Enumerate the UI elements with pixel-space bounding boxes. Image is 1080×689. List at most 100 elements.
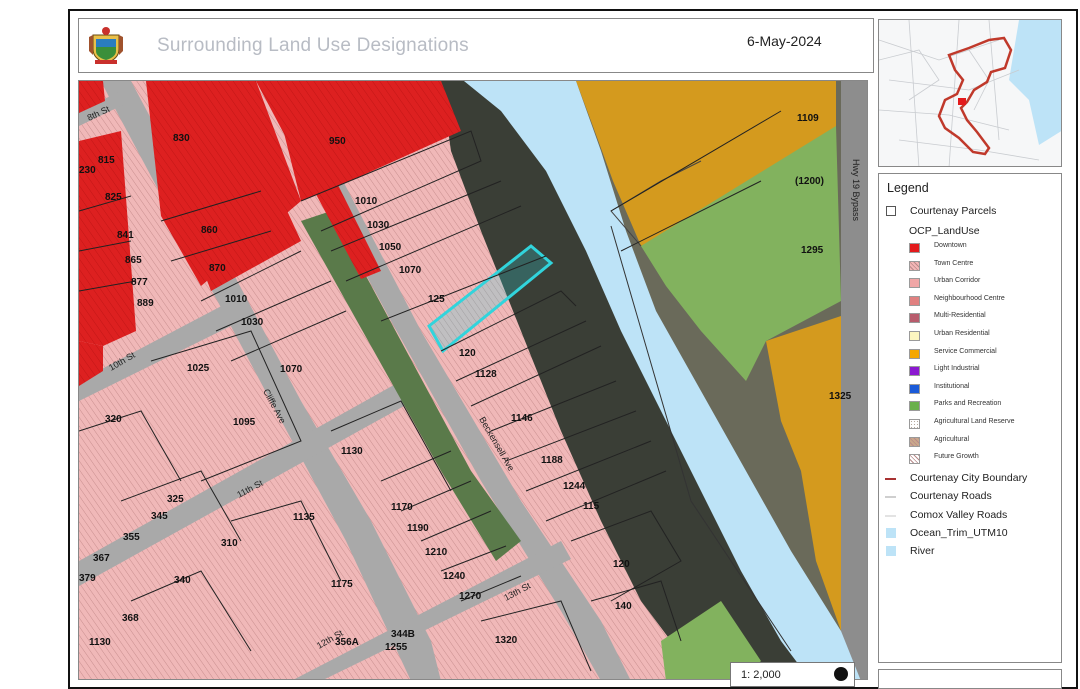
- legend-item: Service Commercial: [879, 346, 1063, 362]
- overview-inset-map[interactable]: [878, 19, 1062, 167]
- legend-label: Courtenay Parcels: [910, 205, 997, 217]
- parcel-label: 230: [79, 165, 96, 176]
- legend-label: Courtenay City Boundary: [910, 472, 1028, 484]
- parcel-label: 1130: [89, 637, 111, 648]
- parcel-label: 356A: [335, 637, 359, 648]
- legend-item: Agricultural Land Reserve: [879, 416, 1063, 432]
- parcel-label: 815: [98, 155, 115, 166]
- parcel-label: 825: [105, 192, 122, 203]
- legend-swatch: [909, 454, 920, 465]
- parcel-label: 1190: [407, 523, 429, 534]
- parcel-label: 950: [329, 136, 346, 147]
- parcel-label: 1030: [367, 220, 390, 231]
- legend-group-label: OCP_LandUse: [909, 225, 980, 237]
- parcel-label: 120: [459, 348, 476, 359]
- legend-swatch: [909, 366, 920, 377]
- parcel-label: 1270: [459, 591, 482, 602]
- legend-swatch: [909, 419, 920, 429]
- parcel-label: 140: [615, 601, 632, 612]
- legend-swatch: [909, 295, 920, 306]
- parcel-label: 1070: [280, 364, 303, 375]
- parcel-label: (1200): [795, 176, 824, 187]
- parcel-label: 1135: [293, 512, 315, 523]
- parcel-label: 1050: [379, 242, 402, 253]
- overview-canvas: [879, 20, 1061, 166]
- legend-item: Urban Residential: [879, 328, 1063, 344]
- legend-label: Light Industrial: [934, 365, 980, 373]
- city-crest-logo: [89, 27, 123, 64]
- legend-label: Agricultural Land Reserve: [934, 418, 1015, 425]
- north-arrow-icon: [834, 667, 848, 681]
- legend-swatch: [909, 401, 920, 412]
- parcel-label: 1130: [341, 446, 363, 457]
- legend-item: Urban Corridor: [879, 275, 1063, 291]
- legend-label: Courtenay Roads: [910, 490, 992, 503]
- legend-item: Parks and Recreation: [879, 398, 1063, 414]
- legend-item: River: [879, 543, 1063, 561]
- parcel-label: 1109: [797, 113, 819, 124]
- legend-swatch: [909, 278, 920, 289]
- legend-line-swatch: [885, 478, 896, 480]
- legend-item: Multi-Residential: [879, 310, 1063, 326]
- legend-label: Ocean_Trim_UTM10: [910, 526, 1008, 539]
- map-title: Surrounding Land Use Designations: [157, 35, 469, 56]
- legend-fill-swatch: [886, 527, 896, 538]
- legend-item: Future Growth: [879, 451, 1063, 467]
- legend-item: Agricultural: [879, 434, 1063, 450]
- parcel-label: 1320: [495, 635, 518, 646]
- legend-label: River: [910, 545, 935, 558]
- legend-label: Urban Corridor: [934, 277, 981, 285]
- parcel-label: 325: [167, 494, 184, 505]
- legend-item: Light Industrial: [879, 363, 1063, 379]
- parcel-label: 1025: [187, 363, 210, 374]
- legend-label: Future Growth: [934, 453, 979, 461]
- legend-label: Town Centre: [934, 259, 974, 267]
- legend-swatch: [909, 383, 920, 394]
- legend-label: Urban Residential: [934, 330, 990, 337]
- legend-item: Neighbourhood Centre: [879, 293, 1063, 309]
- legend-item: Ocean_Trim_UTM10: [879, 525, 1063, 543]
- parcel-label: 1030: [241, 317, 264, 328]
- legend-item: Courtenay City Boundary: [879, 470, 1063, 488]
- parcel-label: 1295: [801, 245, 824, 256]
- parcel-label: 345: [151, 511, 168, 522]
- legend-label: Neighbourhood Centre: [934, 294, 1005, 302]
- main-map[interactable]: 8th St 10th St 11th St 12th St 13th St C…: [78, 80, 868, 680]
- parcel-label: 1146: [511, 413, 533, 424]
- map-canvas[interactable]: 8th St 10th St 11th St 12th St 13th St C…: [79, 81, 868, 680]
- legend-line-swatch: [885, 496, 896, 499]
- parcel-label: 125: [428, 294, 445, 305]
- legend-swatch: [909, 243, 920, 253]
- parcel-swatch: [886, 206, 896, 216]
- parcel-label: 320: [105, 414, 122, 425]
- legend-item: Institutional: [879, 381, 1063, 397]
- parcel-label: 1255: [385, 642, 408, 653]
- parcel-label: 860: [201, 225, 218, 236]
- parcel-label: 889: [137, 298, 154, 309]
- parcel-label: 1240: [443, 571, 466, 582]
- parcel-label: 1170: [391, 502, 413, 513]
- legend-item: Comox Valley Roads: [879, 507, 1063, 525]
- legend-item: Town Centre: [879, 258, 1063, 274]
- parcel-label: 344B: [391, 629, 415, 640]
- parcel-label: 120: [613, 559, 630, 570]
- overview-site-marker: [958, 98, 966, 105]
- parcel-label: 355: [123, 532, 140, 543]
- legend-swatch: [909, 260, 920, 271]
- lower-panel: [878, 669, 1062, 689]
- legend-swatch: [909, 331, 920, 341]
- parcel-label: 379: [79, 573, 96, 584]
- parcel-label: 1244: [563, 481, 586, 492]
- legend-label: Agricultural: [934, 435, 970, 443]
- legend-item: Downtown: [879, 240, 1063, 256]
- parcel-label: 865: [125, 255, 142, 266]
- parcel-label: 115: [583, 501, 600, 512]
- parcel-label: 870: [209, 263, 226, 274]
- parcel-label: 1325: [829, 391, 852, 402]
- legend-label: Comox Valley Roads: [910, 508, 1008, 521]
- parcel-label: 1175: [331, 579, 353, 590]
- scale-label: 1: 2,000: [741, 669, 781, 681]
- parcel-label: 340: [174, 575, 191, 586]
- parcel-label: 1210: [425, 547, 448, 558]
- title-bar: Surrounding Land Use Designations 6-May-…: [78, 18, 874, 73]
